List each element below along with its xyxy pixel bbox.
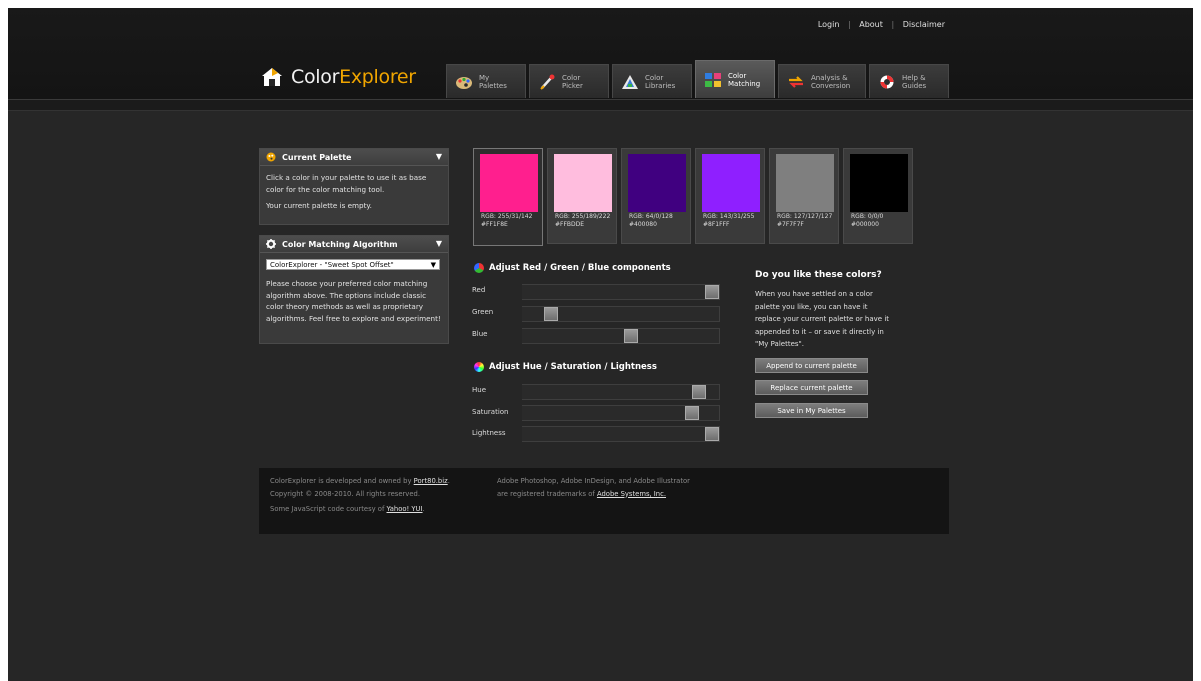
swatch-color-fill <box>702 154 760 212</box>
palette-empty-message: Your current palette is empty. <box>266 201 372 210</box>
color-wheel-icon <box>474 362 484 372</box>
slider-hue[interactable] <box>522 384 720 400</box>
page-frame: Login | About | Disclaimer ColorExplorer <box>8 8 1193 681</box>
main-tabs: My Palettes Color Picker Color Libraries… <box>446 60 952 98</box>
slider-thumb[interactable] <box>705 285 719 299</box>
palette-icon <box>455 74 473 90</box>
disclaimer-link[interactable]: Disclaimer <box>903 20 945 29</box>
current-palette-header[interactable]: Current Palette ▼ <box>260 149 448 166</box>
chevron-down-icon: ▼ <box>430 261 436 269</box>
current-palette-panel: Current Palette ▼ Click a color in your … <box>259 148 449 225</box>
slider-thumb[interactable] <box>544 307 558 321</box>
slider-label-red: Red <box>472 286 486 294</box>
collapse-arrow-icon[interactable]: ▼ <box>436 152 442 161</box>
tab-analysis-conversion[interactable]: Analysis & Conversion <box>778 64 866 98</box>
algorithm-header[interactable]: Color Matching Algorithm ▼ <box>260 236 448 253</box>
color-swatch[interactable]: RGB: 255/189/222 #FFBDDE <box>547 148 617 244</box>
slider-thumb[interactable] <box>624 329 638 343</box>
library-icon <box>621 74 639 90</box>
slider-blue[interactable] <box>522 328 720 344</box>
port80-link[interactable]: Port80.biz <box>414 477 448 485</box>
rgb-section-title: Adjust Red / Green / Blue components <box>474 263 671 273</box>
tab-color-libraries[interactable]: Color Libraries <box>612 64 692 98</box>
color-swatch[interactable]: RGB: 255/31/142 #FF1F8E <box>473 148 543 246</box>
algorithm-panel: Color Matching Algorithm ▼ ColorExplorer… <box>259 235 449 344</box>
slider-label-blue: Blue <box>472 330 488 338</box>
tab-color-matching[interactable]: Color Matching <box>695 60 775 98</box>
color-swatches: RGB: 255/31/142 #FF1F8E RGB: 255/189/222 #… <box>473 148 917 246</box>
algorithm-description: Please choose your preferred color match… <box>266 279 441 323</box>
slider-saturation[interactable] <box>522 405 720 421</box>
slider-thumb[interactable] <box>692 385 706 399</box>
save-palette-button[interactable]: Save in My Palettes <box>755 403 868 418</box>
top-links: Login | About | Disclaimer <box>818 20 945 29</box>
adobe-link[interactable]: Adobe Systems, Inc. <box>597 490 666 498</box>
conversion-arrows-icon <box>787 74 805 90</box>
color-matching-icon <box>704 72 722 88</box>
slider-lightness[interactable] <box>522 426 720 442</box>
slider-label-saturation: Saturation <box>472 408 509 416</box>
lifebuoy-icon <box>878 74 896 90</box>
slider-label-hue: Hue <box>472 386 487 394</box>
algorithm-select[interactable]: ColorExplorer - "Sweet Spot Offset" ▼ <box>266 259 440 270</box>
slider-label-green: Green <box>472 308 494 316</box>
logo-text: ColorExplorer <box>291 66 416 88</box>
color-swatch[interactable]: RGB: 64/0/128 #400080 <box>621 148 691 244</box>
color-swatch[interactable]: RGB: 0/0/0 #000000 <box>843 148 913 244</box>
footer-left: ColorExplorer is developed and owned by … <box>270 477 450 513</box>
color-swatch[interactable]: RGB: 127/127/127 #7F7F7F <box>769 148 839 244</box>
panel-title: Current Palette <box>282 152 352 162</box>
swatch-color-fill <box>554 154 612 212</box>
footer: ColorExplorer is developed and owned by … <box>259 468 949 534</box>
palette-instructions: Click a color in your palette to use it … <box>266 173 427 194</box>
tab-my-palettes[interactable]: My Palettes <box>446 64 526 98</box>
eyedropper-icon <box>538 74 556 90</box>
header-divider <box>8 99 1193 111</box>
footer-right: Adobe Photoshop, Adobe InDesign, and Ado… <box>497 477 690 498</box>
rgb-spheres-icon <box>474 263 484 273</box>
gear-icon <box>266 239 276 249</box>
swatch-color-fill <box>628 154 686 212</box>
slider-red[interactable] <box>522 284 720 300</box>
panel-title: Color Matching Algorithm <box>282 239 398 249</box>
color-swatch[interactable]: RGB: 143/31/255 #8F1FFF <box>695 148 765 244</box>
slider-label-lightness: Lightness <box>472 429 506 437</box>
slider-thumb[interactable] <box>685 406 699 420</box>
replace-button[interactable]: Replace current palette <box>755 380 868 395</box>
logo-house-icon <box>261 67 283 87</box>
append-button[interactable]: Append to current palette <box>755 358 868 373</box>
separator: | <box>891 20 895 29</box>
like-colors-text: When you have settled on a color palette… <box>755 290 890 348</box>
swatch-color-fill <box>480 154 538 212</box>
collapse-arrow-icon[interactable]: ▼ <box>436 239 442 248</box>
slider-thumb[interactable] <box>705 427 719 441</box>
palette-small-icon <box>266 152 276 162</box>
hsl-section-title: Adjust Hue / Saturation / Lightness <box>474 362 657 372</box>
like-colors-title: Do you like these colors? <box>755 270 882 280</box>
login-link[interactable]: Login <box>818 20 840 29</box>
swatch-color-fill <box>850 154 908 212</box>
tab-color-picker[interactable]: Color Picker <box>529 64 609 98</box>
about-link[interactable]: About <box>859 20 883 29</box>
header: Login | About | Disclaimer ColorExplorer <box>8 8 1193 99</box>
logo[interactable]: ColorExplorer <box>261 65 416 89</box>
tab-help-guides[interactable]: Help & Guides <box>869 64 949 98</box>
yahoo-yui-link[interactable]: Yahoo! YUI <box>387 505 423 513</box>
swatch-color-fill <box>776 154 834 212</box>
slider-green[interactable] <box>522 306 720 322</box>
separator: | <box>847 20 851 29</box>
